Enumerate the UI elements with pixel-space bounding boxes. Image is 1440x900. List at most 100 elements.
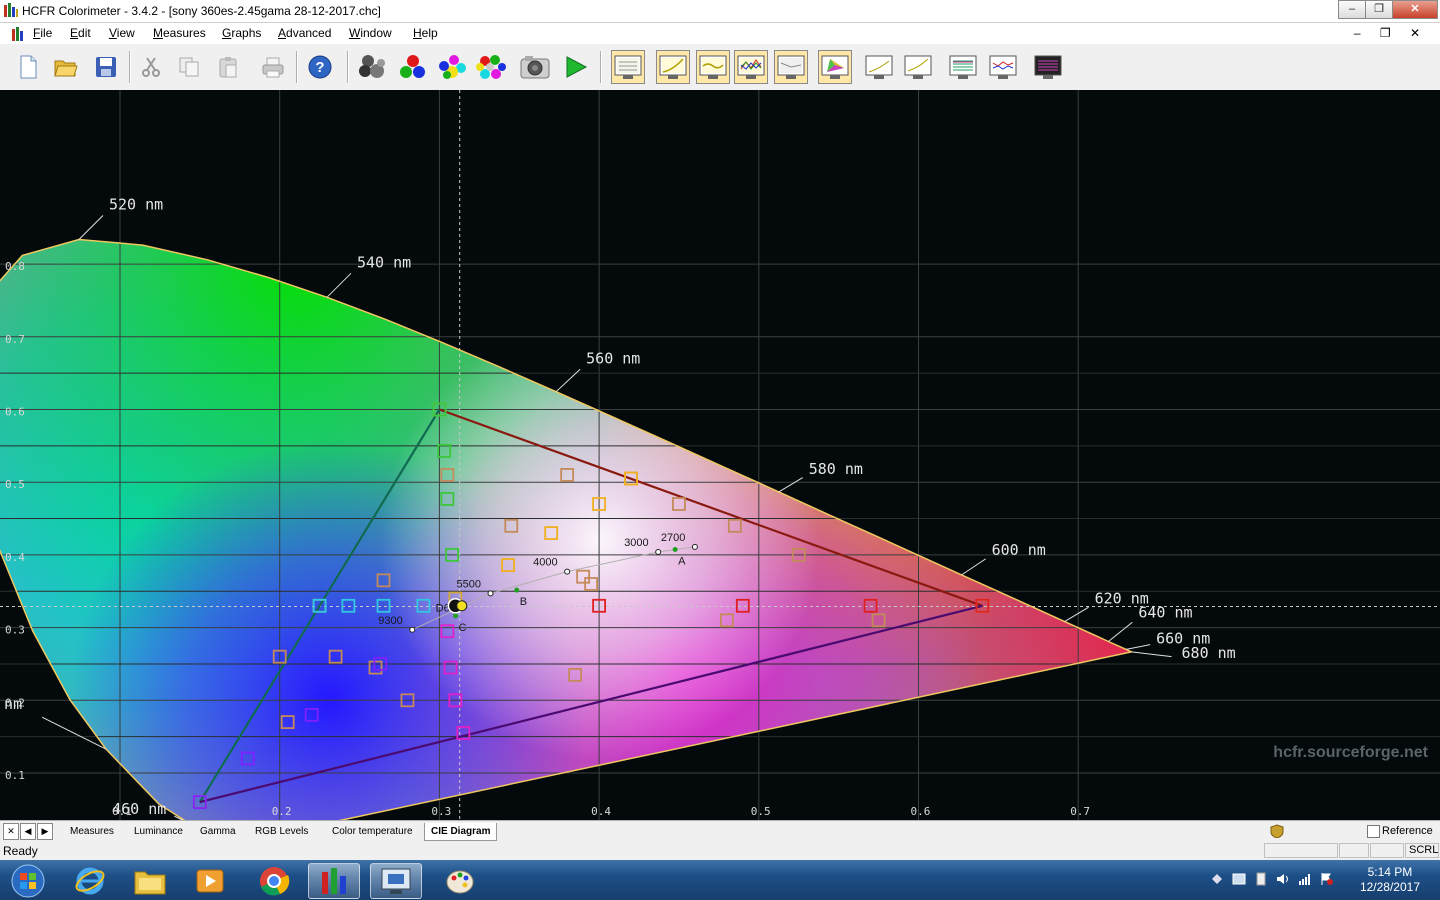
minimize-button[interactable]: ‒ xyxy=(1338,0,1366,19)
mdi-window-controls[interactable]: – ❐ ✕ xyxy=(1354,26,1428,40)
tab-gamma[interactable]: Gamma xyxy=(200,823,236,840)
x-tick-label: 0.1 xyxy=(112,805,132,818)
internet-explorer-icon[interactable] xyxy=(64,863,116,899)
primary-colors-icon[interactable] xyxy=(396,50,430,84)
help-icon[interactable]: ? xyxy=(303,50,337,84)
planckian-point xyxy=(564,568,571,575)
x-tick-label: 0.7 xyxy=(1070,805,1090,818)
cut-icon[interactable] xyxy=(134,50,168,84)
planckian-label: 9300 xyxy=(378,615,402,627)
tab-color-temperature[interactable]: Color temperature xyxy=(332,823,413,840)
view-1-icon[interactable] xyxy=(862,50,896,84)
action-center-flag-icon[interactable] xyxy=(1320,872,1334,886)
tray-app-icon[interactable] xyxy=(1232,872,1246,886)
spectral-locus-fill xyxy=(0,239,1132,820)
open-folder-icon[interactable] xyxy=(49,50,83,84)
new-document-icon[interactable] xyxy=(11,50,45,84)
copy-icon[interactable] xyxy=(172,50,206,84)
clock-date: 12/28/2017 xyxy=(1359,880,1420,894)
wavelength-label: 520 nm xyxy=(109,196,163,214)
planckian-label: 4000 xyxy=(533,557,557,569)
view-3-icon[interactable] xyxy=(946,50,980,84)
status-text: Ready xyxy=(3,844,38,858)
save-icon[interactable] xyxy=(89,50,123,84)
view-5-icon[interactable] xyxy=(1031,50,1065,84)
rgb-levels-view-icon[interactable] xyxy=(734,50,768,84)
menu-view[interactable]: View xyxy=(109,26,135,40)
wavelength-label: 560 nm xyxy=(586,350,640,368)
status-bar: Ready SCRL xyxy=(0,842,1440,860)
secondary-colors-icon[interactable] xyxy=(435,50,469,84)
planckian-point xyxy=(487,590,494,597)
media-player-icon[interactable] xyxy=(184,863,236,899)
color-temperature-view-icon[interactable] xyxy=(774,50,808,84)
all-colors-icon[interactable] xyxy=(474,50,508,84)
white-measured-marker xyxy=(456,600,468,612)
tray-device-icon[interactable] xyxy=(1254,872,1268,886)
illuminant-point xyxy=(514,587,520,593)
menu-help[interactable]: Help xyxy=(413,26,438,40)
tab-luminance[interactable]: Luminance xyxy=(134,823,183,840)
wavelength-leader xyxy=(1131,651,1172,658)
cie-diagram-view-icon[interactable] xyxy=(818,50,852,84)
tab-cie-diagram[interactable]: CIE Diagram xyxy=(424,823,498,841)
run-arrow-icon[interactable] xyxy=(559,50,593,84)
network-icon[interactable] xyxy=(1298,872,1312,886)
wavelength-leader xyxy=(326,272,352,298)
file-explorer-icon[interactable] xyxy=(124,863,176,899)
display-calibration-icon[interactable] xyxy=(370,863,422,899)
luminance-view-icon[interactable] xyxy=(656,50,690,84)
clock-time: 5:14 PM xyxy=(1367,865,1413,879)
menu-window[interactable]: Window xyxy=(349,26,392,40)
hcfr-app-icon[interactable] xyxy=(4,3,18,17)
tab-scroll-right-button[interactable]: ▶ xyxy=(37,823,53,840)
status-pane xyxy=(1339,843,1369,858)
paste-icon[interactable] xyxy=(211,50,245,84)
start-orb-icon[interactable] xyxy=(2,863,54,899)
hcfr-colorimeter-icon[interactable] xyxy=(308,863,360,899)
volume-icon[interactable] xyxy=(1276,872,1290,886)
x-tick-label: 0.5 xyxy=(751,805,771,818)
tab-rgb-levels[interactable]: RGB Levels xyxy=(255,823,308,840)
tab-measures[interactable]: Measures xyxy=(70,823,114,840)
view-tab-bar: ✕ ◀ ▶ Measures Luminance Gamma RGB Level… xyxy=(0,820,1440,842)
planckian-label: 2700 xyxy=(661,532,685,544)
view-2-icon[interactable] xyxy=(901,50,935,84)
illuminant-label: B xyxy=(520,596,527,608)
close-button[interactable]: ✕ xyxy=(1392,0,1438,19)
wavelength-label: 580 nm xyxy=(809,460,863,478)
x-tick-label: 0.4 xyxy=(591,805,611,818)
wavelength-leader xyxy=(1108,621,1133,642)
cie-diagram-chart[interactable]: 27003000400055009300ABCD65 420 nm440 nm4… xyxy=(0,90,1440,856)
wavelength-label: 600 nm xyxy=(992,541,1046,559)
menu-file[interactable]: File xyxy=(33,26,52,40)
measures-view-icon[interactable] xyxy=(611,50,645,84)
measure-sensor-icon[interactable] xyxy=(355,50,389,84)
cie-diagram-panel[interactable]: 27003000400055009300ABCD65 420 nm440 nm4… xyxy=(0,90,1440,856)
menu-edit[interactable]: Edit xyxy=(70,26,91,40)
show-hidden-icons-icon[interactable] xyxy=(1210,872,1224,886)
planckian-label: 5500 xyxy=(457,578,481,590)
menu-bar: File Edit View Measures Graphs Advanced … xyxy=(0,23,1440,44)
print-icon[interactable] xyxy=(256,50,290,84)
tab-scroll-left-button[interactable]: ◀ xyxy=(20,823,36,840)
wavelength-label: 640 nm xyxy=(1138,603,1192,621)
chrome-icon[interactable] xyxy=(248,863,300,899)
menu-graphs[interactable]: Graphs xyxy=(222,26,261,40)
reference-label: Reference xyxy=(1382,825,1433,837)
status-pane xyxy=(1264,843,1338,858)
tab-close-button[interactable]: ✕ xyxy=(3,823,19,840)
menu-measures[interactable]: Measures xyxy=(153,26,206,40)
gamma-view-icon[interactable] xyxy=(696,50,730,84)
camera-icon[interactable] xyxy=(518,50,552,84)
wavelength-leader xyxy=(555,368,581,393)
reference-checkbox[interactable] xyxy=(1367,825,1380,838)
view-4-icon[interactable] xyxy=(986,50,1020,84)
system-clock[interactable]: 5:14 PM 12/28/2017 xyxy=(1360,865,1420,895)
menu-advanced[interactable]: Advanced xyxy=(278,26,331,40)
y-tick-label: 0.5 xyxy=(5,478,25,491)
wavelength-leader xyxy=(778,477,804,493)
planckian-label: 3000 xyxy=(624,537,648,549)
maximize-button[interactable]: ❐ xyxy=(1365,0,1393,19)
paint-icon[interactable] xyxy=(434,863,486,899)
